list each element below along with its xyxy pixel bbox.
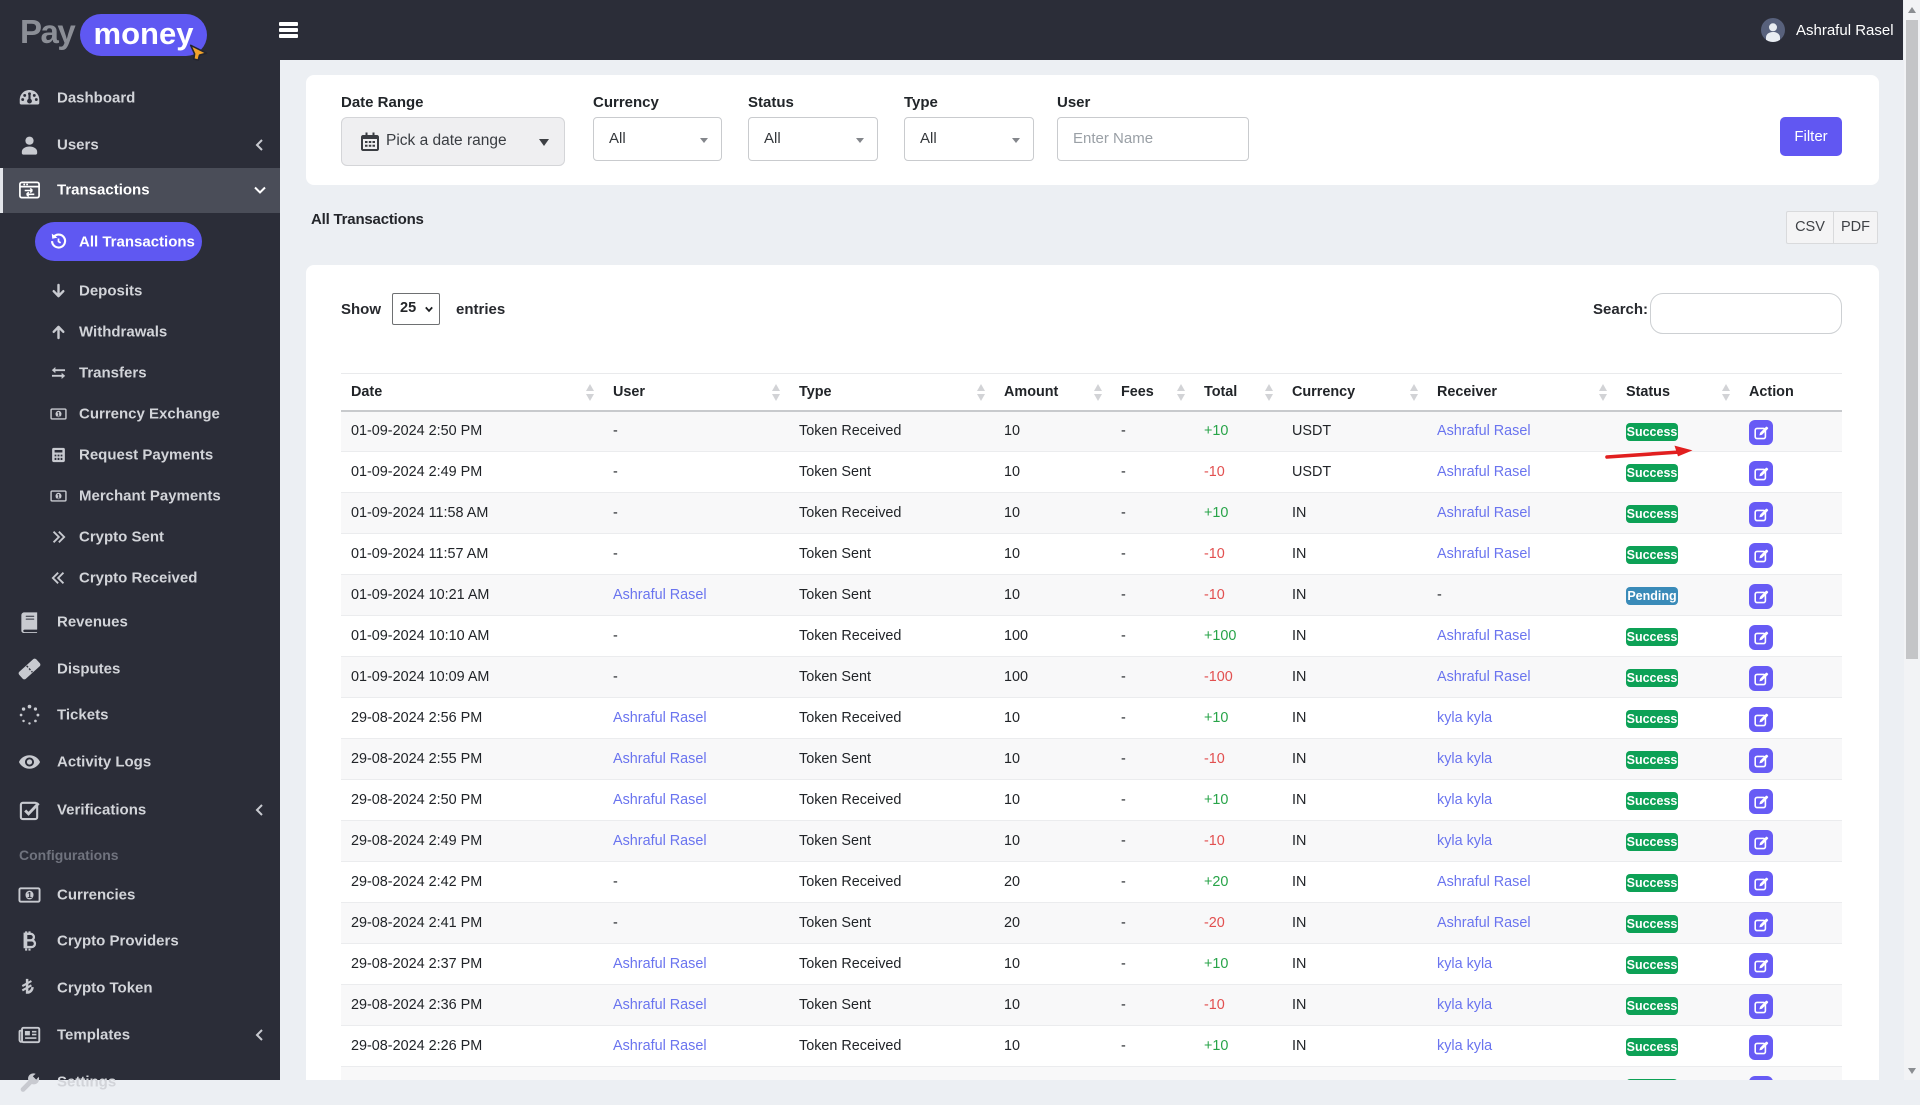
svg-text:1: 1 xyxy=(57,493,61,500)
svg-text:1: 1 xyxy=(27,890,32,900)
svg-text:1: 1 xyxy=(57,411,61,418)
